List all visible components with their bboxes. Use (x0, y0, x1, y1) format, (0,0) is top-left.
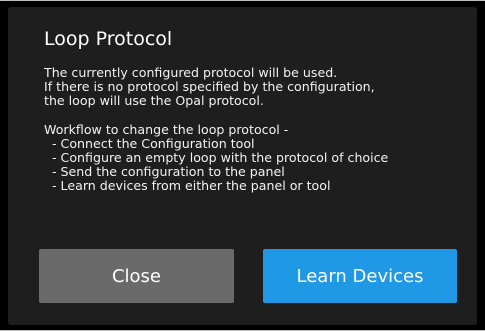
workflow-step: - Send the configuration to the panel (44, 164, 285, 180)
screen-background: Loop Protocol The currently configured p… (0, 0, 485, 331)
loop-protocol-dialog: Loop Protocol The currently configured p… (8, 7, 477, 325)
message-line: the loop will use the Opal protocol. (44, 93, 264, 109)
workflow-step: - Configure an empty loop with the proto… (44, 150, 389, 166)
workflow-step: - Connect the Configuration tool (44, 135, 255, 151)
message-line: If there is no protocol specified by the… (44, 79, 375, 95)
workflow-step: - Learn devices from either the panel or… (44, 178, 331, 194)
dialog-title: Loop Protocol (44, 28, 173, 50)
dialog-message: The currently configured protocol will b… (44, 65, 464, 194)
learn-devices-button[interactable]: Learn Devices (263, 249, 457, 303)
protocol-info-paragraph: The currently configured protocol will b… (44, 65, 464, 109)
message-line: The currently configured protocol will b… (44, 65, 338, 80)
workflow-paragraph: Workflow to change the loop protocol - -… (44, 121, 464, 194)
workflow-heading: Workflow to change the loop protocol - (44, 121, 289, 137)
close-button[interactable]: Close (39, 249, 234, 303)
